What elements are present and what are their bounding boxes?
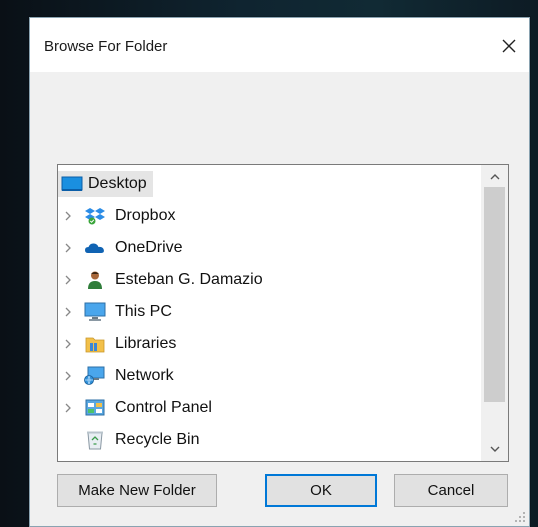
resize-grip-icon[interactable] — [514, 511, 526, 523]
tree-item-label: Recycle Bin — [115, 431, 200, 448]
close-icon — [502, 39, 516, 53]
tree-item-recycle-bin[interactable]: Recycle Bin — [84, 427, 199, 453]
chevron-right-icon[interactable] — [62, 242, 74, 254]
onedrive-icon — [84, 238, 106, 258]
browse-for-folder-dialog: Browse For Folder Desktop Dropbox OneDri… — [29, 17, 530, 527]
scroll-up-button[interactable] — [481, 167, 508, 187]
dialog-title: Browse For Folder — [44, 38, 168, 55]
tree-item-network[interactable]: Network — [62, 363, 174, 389]
tree-item-label: This PC — [115, 303, 172, 320]
tree-item-this-pc[interactable]: This PC — [62, 299, 172, 325]
dropbox-icon — [84, 206, 106, 226]
chevron-right-icon[interactable] — [62, 274, 74, 286]
make-new-folder-button[interactable]: Make New Folder — [57, 474, 217, 507]
chevron-down-icon — [490, 446, 499, 452]
scroll-thumb[interactable] — [484, 187, 505, 402]
chevron-right-icon[interactable] — [62, 306, 74, 318]
chevron-right-icon[interactable] — [62, 210, 74, 222]
tree-item-user[interactable]: Esteban G. Damazio — [62, 267, 263, 293]
control-panel-icon — [84, 398, 106, 418]
chevron-right-icon[interactable] — [62, 338, 74, 350]
title-bar: Browse For Folder — [30, 18, 529, 72]
user-folder-icon — [84, 270, 106, 290]
folder-tree-list: Desktop Dropbox OneDrive Esteban G. Dama… — [58, 165, 482, 461]
tree-item-desktop[interactable]: Desktop — [58, 171, 153, 197]
tree-item-label: Network — [115, 367, 174, 384]
tree-item-label: Dropbox — [115, 207, 176, 224]
ok-button[interactable]: OK — [265, 474, 377, 507]
tree-item-libraries[interactable]: Libraries — [62, 331, 176, 357]
computer-icon — [84, 302, 106, 322]
tree-item-label: Libraries — [115, 335, 177, 352]
vertical-scrollbar[interactable] — [481, 165, 508, 461]
tree-item-label: Desktop — [88, 175, 147, 192]
tree-item-control-panel[interactable]: Control Panel — [62, 395, 212, 421]
tree-item-dropbox[interactable]: Dropbox — [62, 203, 175, 229]
tree-item-label: Esteban G. Damazio — [115, 271, 263, 288]
network-icon — [84, 366, 106, 386]
cancel-button[interactable]: Cancel — [394, 474, 508, 507]
tree-item-onedrive[interactable]: OneDrive — [62, 235, 183, 261]
chevron-right-icon[interactable] — [62, 370, 74, 382]
chevron-right-icon[interactable] — [62, 402, 74, 414]
recycle-bin-icon — [84, 430, 106, 450]
desktop-icon — [61, 174, 83, 194]
chevron-up-icon — [490, 174, 499, 180]
tree-item-label: OneDrive — [115, 239, 183, 256]
scroll-down-button[interactable] — [481, 439, 508, 459]
tree-item-label: Control Panel — [115, 399, 212, 416]
folder-tree[interactable]: Desktop Dropbox OneDrive Esteban G. Dama… — [57, 164, 509, 462]
libraries-icon — [84, 334, 106, 354]
close-button[interactable] — [495, 32, 523, 60]
